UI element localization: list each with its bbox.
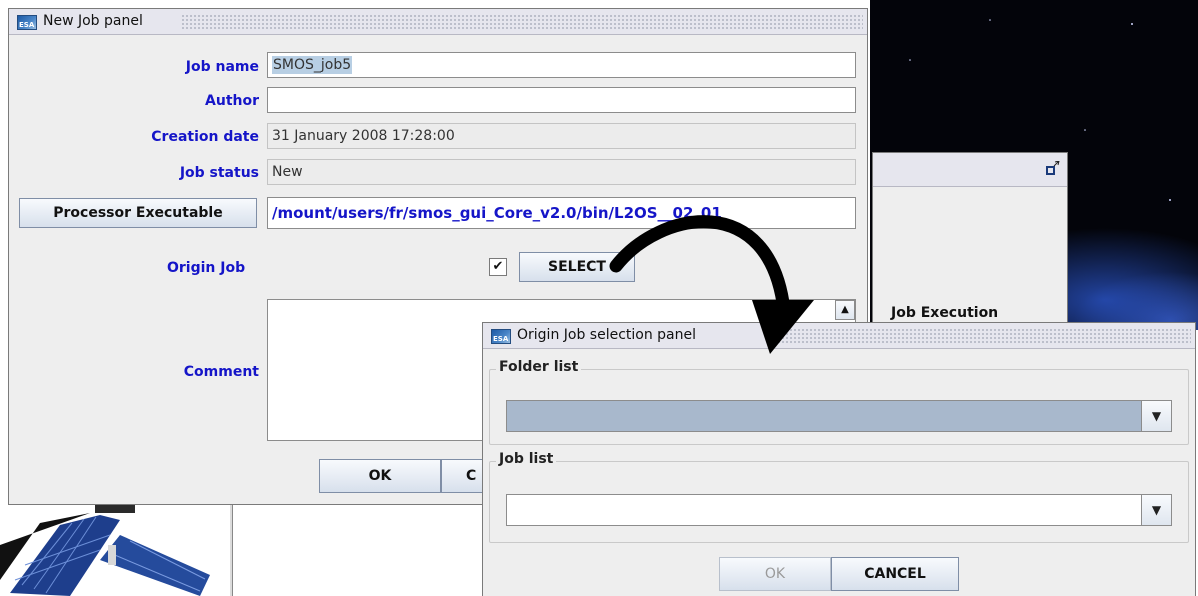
titlebar-texture: [773, 328, 1191, 343]
job-list-combo[interactable]: ▼: [506, 494, 1172, 526]
job-status-field: New: [267, 159, 856, 185]
scroll-up-icon[interactable]: ▲: [835, 300, 855, 320]
window-title: New Job panel: [43, 13, 151, 29]
chevron-down-icon[interactable]: ▼: [1141, 401, 1171, 431]
satellite-image: [0, 505, 230, 596]
processor-executable-button[interactable]: Processor Executable: [19, 198, 257, 228]
job-name-value: SMOS_job5: [272, 56, 353, 74]
chevron-down-icon[interactable]: ▼: [1141, 495, 1171, 525]
job-execution-titlebar[interactable]: [873, 153, 1067, 187]
origin-cancel-button[interactable]: CANCEL: [831, 557, 959, 591]
ok-button[interactable]: OK: [319, 459, 441, 493]
creation-date-label: Creation date: [151, 129, 259, 145]
job-status-label: Job status: [179, 165, 259, 181]
origin-job-selection-window: ESA Origin Job selection panel Folder li…: [482, 322, 1196, 596]
job-name-input[interactable]: SMOS_job5: [267, 52, 856, 78]
job-list-group: Job list ▼: [489, 451, 1189, 543]
creation-date-field: 31 January 2008 17:28:00: [267, 123, 856, 149]
titlebar-texture: [181, 14, 863, 29]
esa-logo-icon: ESA: [17, 15, 37, 30]
new-job-titlebar[interactable]: ESA New Job panel: [9, 9, 867, 35]
folder-list-group: Folder list ▼: [489, 359, 1189, 445]
folder-list-combo[interactable]: ▼: [506, 400, 1172, 432]
job-execution-label: Job Execution: [891, 305, 999, 321]
folder-list-title: Folder list: [496, 359, 582, 375]
curved-arrow-annotation: [609, 215, 814, 354]
origin-ok-button[interactable]: OK: [719, 557, 831, 591]
origin-job-titlebar[interactable]: ESA Origin Job selection panel: [483, 323, 1195, 349]
restore-icon[interactable]: [1045, 160, 1061, 177]
comment-label: Comment: [183, 364, 259, 380]
background-window-body: [232, 505, 484, 596]
origin-job-checkbox[interactable]: ✔: [489, 258, 507, 276]
author-label: Author: [205, 93, 259, 109]
job-list-title: Job list: [496, 451, 557, 467]
origin-job-label: Origin Job: [167, 260, 246, 276]
job-name-label: Job name: [185, 59, 259, 75]
author-input[interactable]: [267, 87, 856, 113]
esa-logo-icon: ESA: [491, 329, 511, 344]
